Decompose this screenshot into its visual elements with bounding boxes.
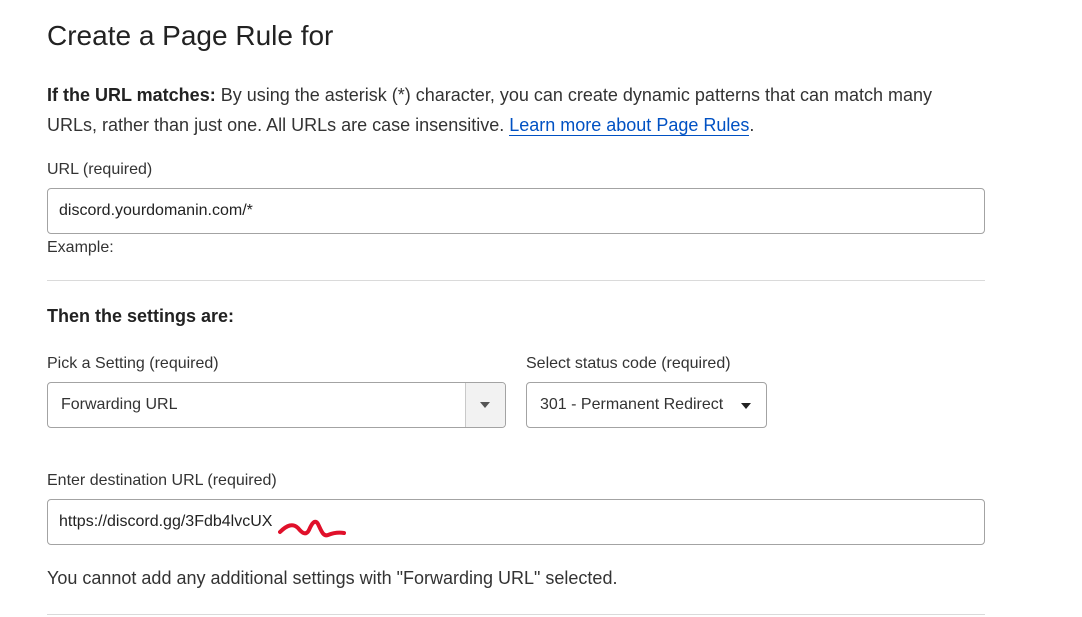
redaction-scribble (278, 519, 346, 538)
page-title: Create a Page Rule for (47, 20, 334, 51)
destination-field-label: Enter destination URL (required) (47, 472, 277, 489)
section-divider-bottom (47, 614, 985, 615)
setting-select-value: Forwarding URL (61, 396, 178, 413)
url-match-trailing: . (749, 115, 755, 135)
url-field-label: URL (required) (47, 161, 153, 178)
status-code-select[interactable]: 301 - Permanent Redirect (526, 382, 767, 428)
destination-url-value: https://discord.gg/3Fdb4lvcUX (59, 513, 273, 530)
destination-url-input[interactable]: https://discord.gg/3Fdb4lvcUX (47, 499, 985, 545)
status-code-field-label: Select status code (required) (526, 355, 731, 372)
url-input-value: discord.yourdomanin.com/* (59, 202, 253, 219)
status-code-select-value: 301 - Permanent Redirect (540, 396, 724, 413)
chevron-down-icon (480, 402, 490, 408)
url-match-label: If the URL matches: (47, 85, 216, 105)
forwarding-url-note: You cannot add any additional settings w… (47, 568, 618, 588)
section-divider-top (47, 280, 985, 281)
chevron-down-icon (741, 403, 751, 409)
url-input[interactable]: discord.yourdomanin.com/* (47, 188, 985, 234)
setting-field-label: Pick a Setting (required) (47, 355, 219, 372)
setting-select[interactable]: Forwarding URL (47, 382, 506, 428)
url-match-description: If the URL matches: By using the asteris… (47, 80, 982, 140)
url-example-label: Example: (47, 239, 114, 256)
settings-heading: Then the settings are: (47, 306, 235, 326)
learn-more-page-rules-link[interactable]: Learn more about Page Rules (509, 115, 750, 136)
setting-select-toggle[interactable] (465, 383, 505, 427)
